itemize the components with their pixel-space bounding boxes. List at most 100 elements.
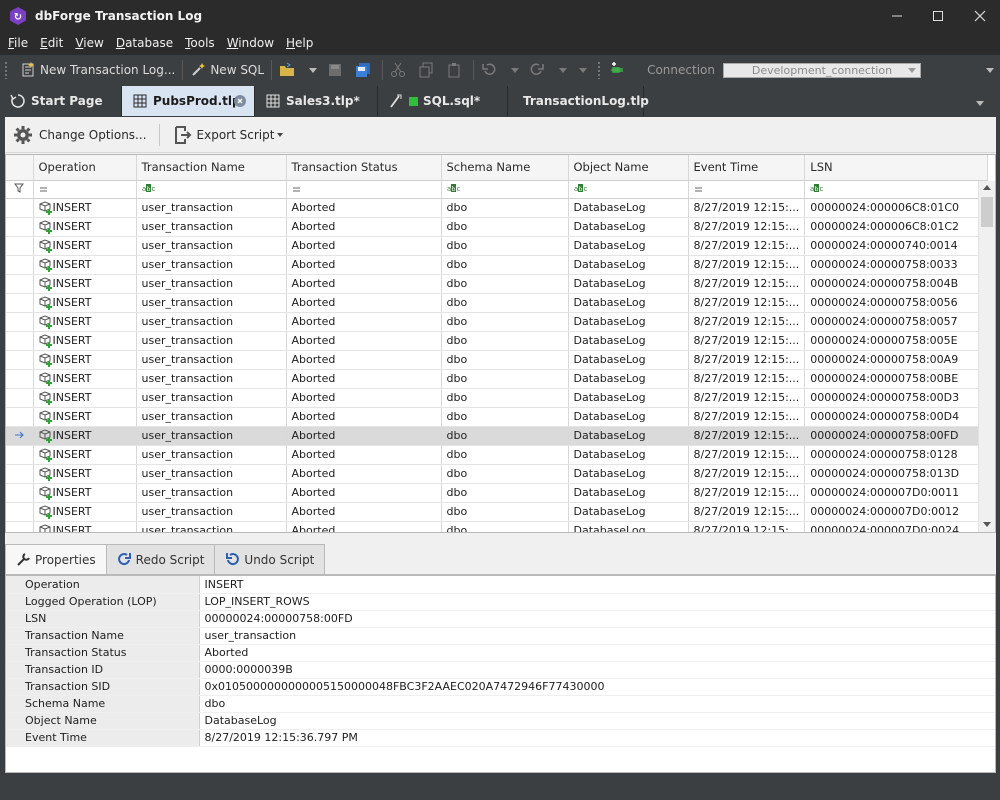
cell-event-time[interactable]: 8/27/2019 12:15:... — [688, 483, 806, 503]
cell-operation[interactable]: INSERT — [33, 350, 137, 370]
cell-transaction-status[interactable]: Aborted — [286, 426, 442, 446]
cell-object-name[interactable]: DatabaseLog — [568, 464, 689, 484]
menu-help[interactable]: Help — [281, 36, 318, 50]
table-row[interactable]: INSERT user_transaction Aborted dbo Database… — [6, 350, 989, 370]
cell-schema-name[interactable]: dbo — [441, 521, 569, 532]
cell-object-name[interactable]: DatabaseLog — [568, 369, 689, 389]
property-row[interactable]: LSN 00000024:00000758:00FD — [6, 610, 995, 628]
cell-lsn[interactable]: 00000024:00000758:004B — [804, 274, 989, 294]
cell-lsn[interactable]: 00000024:00000758:00A9 — [804, 350, 989, 370]
property-row[interactable]: Object Name DatabaseLog — [6, 712, 995, 730]
cell-transaction-status[interactable]: Aborted — [286, 464, 442, 484]
row-indicator[interactable] — [6, 464, 34, 484]
filter-indicator[interactable] — [6, 180, 34, 199]
tab-pubsprod-tlp[interactable]: PubsProd.tlp — [122, 86, 255, 116]
cell-operation[interactable]: INSERT — [33, 464, 137, 484]
cell-transaction-status[interactable]: Aborted — [286, 369, 442, 389]
table-row[interactable]: INSERT user_transaction Aborted dbo Database… — [6, 426, 989, 446]
table-row[interactable]: INSERT user_transaction Aborted dbo Database… — [6, 502, 989, 522]
cell-transaction-status[interactable]: Aborted — [286, 255, 442, 275]
cell-object-name[interactable]: DatabaseLog — [568, 521, 689, 532]
cell-transaction-status[interactable]: Aborted — [286, 388, 442, 408]
cut-button[interactable] — [386, 58, 414, 82]
property-row[interactable]: Transaction SID 0x01050000000000051500000… — [6, 678, 995, 696]
minimize-button[interactable] — [874, 0, 920, 31]
cell-transaction-status[interactable]: Aborted — [286, 502, 442, 522]
export-script-button[interactable]: Export Script — [166, 125, 290, 145]
table-row[interactable]: INSERT user_transaction Aborted dbo Database… — [6, 445, 989, 465]
cell-object-name[interactable]: DatabaseLog — [568, 388, 689, 408]
cell-operation[interactable]: INSERT — [33, 388, 137, 408]
cell-event-time[interactable]: 8/27/2019 12:15:... — [688, 445, 806, 465]
cell-schema-name[interactable]: dbo — [441, 502, 569, 522]
cell-schema-name[interactable]: dbo — [441, 388, 569, 408]
row-indicator[interactable] — [6, 255, 34, 275]
cell-lsn[interactable]: 00000024:00000758:00FD — [804, 426, 989, 446]
cell-lsn[interactable]: 00000024:00000758:005E — [804, 331, 989, 351]
cell-transaction-name[interactable]: user_transaction — [136, 350, 287, 370]
maximize-button[interactable] — [915, 0, 961, 31]
row-indicator[interactable] — [6, 483, 34, 503]
filter-cell[interactable]: abc — [568, 180, 689, 199]
save-button[interactable] — [323, 58, 351, 82]
panel-tab-redo-script[interactable]: Redo Script — [105, 544, 216, 574]
table-row[interactable]: INSERT user_transaction Aborted dbo Database… — [6, 236, 989, 256]
connection-select[interactable]: Development_connection — [722, 62, 921, 78]
cell-operation[interactable]: INSERT — [33, 236, 137, 256]
new-transaction-log-button[interactable]: New Transaction Log... — [16, 58, 179, 82]
cell-object-name[interactable]: DatabaseLog — [568, 217, 689, 237]
panel-tab-properties[interactable]: Properties — [5, 544, 107, 574]
cell-operation[interactable]: INSERT — [33, 274, 137, 294]
property-row[interactable]: Transaction ID 0000:0000039B — [6, 661, 995, 679]
cell-lsn[interactable]: 00000024:000006C8:01C0 — [804, 198, 989, 218]
cell-lsn[interactable]: 00000024:000007D0:0024 — [804, 521, 989, 532]
cell-object-name[interactable]: DatabaseLog — [568, 312, 689, 332]
scroll-up-icon[interactable] — [983, 185, 991, 190]
cell-lsn[interactable]: 00000024:000007D0:0011 — [804, 483, 989, 503]
table-row[interactable]: INSERT user_transaction Aborted dbo Database… — [6, 521, 989, 532]
table-row[interactable]: INSERT user_transaction Aborted dbo Database… — [6, 217, 989, 237]
cell-schema-name[interactable]: dbo — [441, 293, 569, 313]
cell-object-name[interactable]: DatabaseLog — [568, 236, 689, 256]
menu-tools[interactable]: Tools — [180, 36, 220, 50]
cell-event-time[interactable]: 8/27/2019 12:15:... — [688, 255, 806, 275]
cell-object-name[interactable]: DatabaseLog — [568, 445, 689, 465]
more-dropdown[interactable] — [573, 58, 593, 82]
cell-object-name[interactable]: DatabaseLog — [568, 331, 689, 351]
property-value[interactable]: 0x0105000000000005150000048FBC3F2AAEC020… — [199, 678, 995, 696]
menu-window[interactable]: Window — [222, 36, 279, 50]
cell-transaction-status[interactable]: Aborted — [286, 350, 442, 370]
cell-event-time[interactable]: 8/27/2019 12:15:... — [688, 426, 806, 446]
property-value[interactable]: 8/27/2019 12:15:36.797 PM — [199, 729, 995, 747]
menu-file[interactable]: File — [3, 36, 33, 50]
tab-start-page[interactable]: Start Page — [0, 86, 122, 116]
open-button[interactable] — [275, 58, 303, 82]
row-indicator[interactable] — [6, 369, 34, 389]
row-indicator[interactable] — [6, 350, 34, 370]
cell-lsn[interactable]: 00000024:000006C8:01C2 — [804, 217, 989, 237]
cell-event-time[interactable]: 8/27/2019 12:15:... — [688, 198, 806, 218]
cell-schema-name[interactable]: dbo — [441, 350, 569, 370]
row-indicator[interactable] — [6, 217, 34, 237]
cell-lsn[interactable]: 00000024:00000758:0033 — [804, 255, 989, 275]
cell-transaction-name[interactable]: user_transaction — [136, 369, 287, 389]
tab-sql-sql[interactable]: SQL.sql* — [378, 86, 508, 116]
cell-operation[interactable]: INSERT — [33, 293, 137, 313]
cell-object-name[interactable]: DatabaseLog — [568, 274, 689, 294]
property-value[interactable]: 0000:0000039B — [199, 661, 995, 679]
table-row[interactable]: INSERT user_transaction Aborted dbo Database… — [6, 483, 989, 503]
cell-schema-name[interactable]: dbo — [441, 274, 569, 294]
column-header-schema-name[interactable]: Schema Name — [441, 155, 569, 181]
cell-object-name[interactable]: DatabaseLog — [568, 198, 689, 218]
cell-transaction-status[interactable]: Aborted — [286, 331, 442, 351]
cell-transaction-name[interactable]: user_transaction — [136, 407, 287, 427]
scrollbar-thumb[interactable] — [981, 197, 993, 227]
cell-transaction-status[interactable]: Aborted — [286, 483, 442, 503]
cell-schema-name[interactable]: dbo — [441, 445, 569, 465]
cell-transaction-name[interactable]: user_transaction — [136, 464, 287, 484]
column-header-event-time[interactable]: Event Time — [688, 155, 806, 181]
cell-operation[interactable]: INSERT — [33, 312, 137, 332]
cell-transaction-name[interactable]: user_transaction — [136, 198, 287, 218]
cell-event-time[interactable]: 8/27/2019 12:15:... — [688, 502, 806, 522]
cell-operation[interactable]: INSERT — [33, 483, 137, 503]
